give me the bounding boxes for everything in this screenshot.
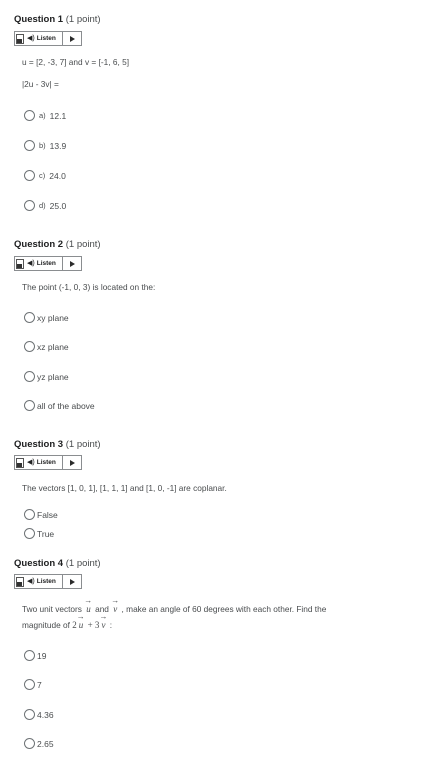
option-value: 24.0 (49, 170, 66, 181)
answer-option[interactable]: b) 13.9 (24, 140, 66, 151)
radio-button[interactable] (24, 528, 35, 539)
option-label: True (37, 528, 55, 539)
vector-v: v (111, 596, 119, 614)
question-points: (1 point) (65, 14, 101, 25)
question-points: (1 point) (65, 239, 101, 250)
option-value: 12.1 (49, 110, 67, 121)
prompt-text: Two unit vectors (22, 604, 82, 614)
speaker-icon: ◀) (27, 459, 35, 466)
question-points: (1 point) (65, 558, 101, 569)
option-letter: c) (39, 171, 46, 180)
answer-option[interactable]: a) 12.1 (24, 110, 66, 121)
listen-button[interactable]: ◀) Listen (14, 455, 82, 470)
divider (61, 32, 63, 45)
radio-button[interactable] (24, 709, 35, 720)
question-prompt-line: |2u - 3v| = (22, 79, 59, 89)
option-label: False (37, 509, 58, 520)
listen-label: Listen (36, 578, 56, 585)
option-label: xz plane (37, 341, 69, 352)
option-label: xy plane (37, 312, 69, 323)
option-value: 25.0 (49, 200, 67, 211)
answer-option[interactable]: False (24, 509, 58, 520)
radio-button[interactable] (24, 400, 35, 411)
question-prompt: The vectors [1, 0, 1], [1, 1, 1] and [1,… (22, 483, 227, 493)
answer-option[interactable]: xz plane (24, 341, 69, 352)
answer-option[interactable]: 2.65 (24, 738, 54, 749)
question-3-header: Question 3 (1 point) (14, 439, 101, 450)
question-1-header: Question 1 (1 point) (14, 14, 101, 25)
option-label: 2.65 (37, 738, 54, 749)
radio-button[interactable] (24, 200, 35, 211)
question-title: Question 3 (14, 439, 64, 450)
divider (61, 456, 63, 469)
answer-option[interactable]: xy plane (24, 312, 69, 323)
divider (61, 575, 63, 588)
option-letter: d) (39, 201, 46, 210)
prompt-text: : (109, 620, 113, 630)
vector-u: u (84, 596, 93, 614)
speaker-icon: ◀) (27, 578, 35, 585)
listen-button[interactable]: ◀) Listen (14, 31, 82, 46)
math-term: + 3 (87, 620, 100, 630)
play-icon[interactable] (69, 459, 75, 466)
question-prompt-line-2: magnitude of 2u + 3v : (22, 612, 113, 630)
option-label: 7 (37, 679, 42, 690)
answer-option[interactable]: all of the above (24, 400, 95, 411)
answer-option[interactable]: d) 25.0 (24, 200, 66, 211)
answer-option[interactable]: yz plane (24, 371, 69, 382)
option-label: all of the above (37, 400, 95, 411)
option-label: 19 (37, 650, 47, 661)
document-icon (16, 259, 24, 269)
radio-button[interactable] (24, 140, 35, 151)
listen-label: Listen (36, 459, 56, 466)
divider (61, 257, 63, 270)
question-title: Question 1 (14, 14, 64, 25)
option-label: 4.36 (37, 709, 54, 720)
radio-button[interactable] (24, 170, 35, 181)
option-value: 13.9 (49, 140, 67, 151)
speaker-icon: ◀) (27, 35, 35, 42)
radio-button[interactable] (24, 738, 35, 749)
radio-button[interactable] (24, 312, 35, 323)
vector-v: v (99, 612, 107, 630)
option-letter: b) (39, 141, 46, 150)
answer-option[interactable]: c) 24.0 (24, 170, 66, 181)
vector-u: u (77, 612, 86, 630)
listen-button[interactable]: ◀) Listen (14, 256, 82, 271)
answer-option[interactable]: True (24, 528, 54, 539)
listen-button[interactable]: ◀) Listen (14, 574, 82, 589)
play-icon[interactable] (69, 578, 75, 585)
document-icon (16, 34, 24, 44)
question-title: Question 4 (14, 558, 64, 569)
prompt-text: magnitude of (22, 620, 70, 630)
document-icon (16, 458, 24, 468)
radio-button[interactable] (24, 341, 35, 352)
play-icon[interactable] (69, 260, 75, 267)
document-icon (16, 577, 24, 587)
radio-button[interactable] (24, 650, 35, 661)
radio-button[interactable] (24, 509, 35, 520)
answer-option[interactable]: 4.36 (24, 709, 54, 720)
option-label: yz plane (37, 371, 69, 382)
prompt-text: , make an angle of 60 degrees with each … (121, 604, 327, 614)
speaker-icon: ◀) (27, 260, 35, 267)
radio-button[interactable] (24, 371, 35, 382)
question-prompt-line-1: Two unit vectors u and v , make an angle… (22, 596, 327, 614)
question-prompt: The point (-1, 0, 3) is located on the: (22, 282, 156, 292)
listen-label: Listen (36, 260, 56, 267)
answer-option[interactable]: 19 (24, 650, 46, 661)
listen-label: Listen (36, 35, 56, 42)
question-4-header: Question 4 (1 point) (14, 558, 101, 569)
question-2-header: Question 2 (1 point) (14, 239, 101, 250)
play-icon[interactable] (69, 35, 75, 42)
answer-option[interactable]: 7 (24, 679, 42, 690)
radio-button[interactable] (24, 110, 35, 121)
radio-button[interactable] (24, 679, 35, 690)
question-points: (1 point) (65, 439, 101, 450)
question-title: Question 2 (14, 239, 64, 250)
question-prompt-line: u = [2, -3, 7] and v = [-1, 6, 5] (22, 57, 130, 67)
option-letter: a) (39, 111, 46, 120)
